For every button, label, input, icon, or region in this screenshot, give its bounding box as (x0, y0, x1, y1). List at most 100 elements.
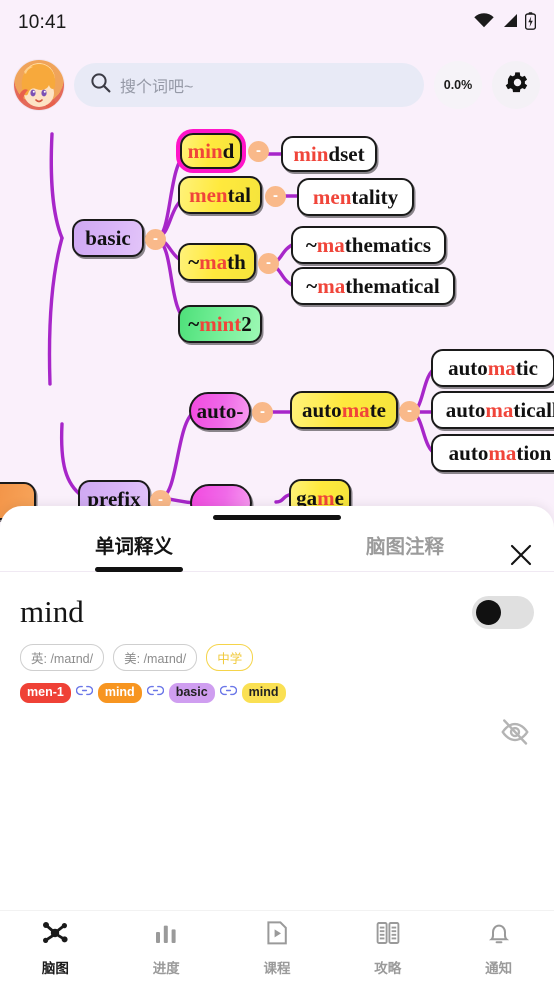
mindmap-node-mentality[interactable]: men tality (297, 178, 414, 216)
word-visibility-toggle[interactable] (472, 595, 534, 629)
node-label-a: auto (445, 397, 486, 422)
node-label-highlight: ma (485, 397, 514, 422)
mindmap-node-mint2[interactable]: ~ mint 2 (178, 305, 262, 343)
node-label: auto- (196, 398, 244, 423)
nav-item-guide[interactable]: 攻略 (332, 919, 443, 977)
close-button[interactable] (506, 542, 536, 572)
wifi-icon (474, 13, 494, 33)
bar-chart-icon (152, 919, 180, 952)
status-time: 10:41 (18, 12, 67, 33)
search-placeholder: 搜个词吧~ (120, 79, 194, 96)
node-label-rest: tion (516, 440, 552, 465)
node-label-rest: thematics (344, 232, 432, 257)
sheet-tabs: 单词释义 脑图注释 (0, 518, 554, 572)
mindmap-node-automation[interactable]: auto ma tion (431, 434, 554, 472)
settings-button[interactable] (492, 61, 540, 109)
mindmap-node-math[interactable]: ~ ma th (178, 243, 256, 281)
collapse-toggle-auto[interactable]: - (252, 402, 273, 423)
breadcrumb-chip-mind-1[interactable]: mind (97, 683, 142, 703)
mindmap-node-mind[interactable]: min d (180, 133, 242, 169)
phonetic-uk-chip[interactable]: 英: /maɪnd/ (20, 644, 105, 671)
word-detail-sheet: 单词释义 脑图注释 mind 英: /maɪnd/ 美: /maɪnd/ 中学 … (0, 506, 554, 910)
play-video-icon (263, 919, 291, 952)
node-label-a: auto (448, 440, 489, 465)
search-input[interactable]: 搜个词吧~ (74, 63, 424, 107)
nav-item-course[interactable]: 课程 (222, 919, 333, 977)
nav-label: 通知 (485, 960, 513, 976)
progress-badge[interactable]: 0.0% (434, 61, 482, 109)
mindmap-node-mental[interactable]: men tal (178, 176, 262, 214)
mindmap-node-mathematical[interactable]: ~ ma thematical (291, 267, 455, 305)
nav-item-progress[interactable]: 进度 (111, 919, 222, 977)
node-label-prefix: ~ (305, 232, 317, 257)
app-root: 10:41 搜个词吧~ 0.0% basic - min d - men tal… (0, 0, 554, 984)
level-chip[interactable]: 中学 (206, 644, 254, 671)
node-label-rest: th (227, 249, 246, 274)
link-icon (146, 684, 164, 702)
mindmap-node-automatically[interactable]: automatically (431, 391, 554, 429)
nav-item-mindmap[interactable]: 脑图 (0, 919, 111, 977)
signal-icon (501, 13, 518, 33)
nav-label: 脑图 (41, 960, 69, 976)
phonetic-chip-row: 英: /maɪnd/ 美: /maɪnd/ 中学 (0, 630, 554, 671)
breadcrumb-chip-men-1[interactable]: men-1 (20, 683, 71, 703)
avatar[interactable] (14, 60, 64, 110)
mindmap-node-basic[interactable]: basic (72, 219, 144, 257)
node-label-highlight: ma (487, 355, 516, 380)
node-label-rest: tically (513, 397, 554, 422)
word-title: mind (20, 594, 84, 629)
battery-icon (524, 11, 537, 35)
mindmap-node-automate[interactable]: auto ma te (290, 391, 398, 429)
collapse-toggle-mental[interactable]: - (265, 186, 286, 207)
status-icons (474, 11, 537, 35)
node-label-prefix: ~ (306, 273, 318, 298)
bell-icon (485, 919, 513, 952)
nav-label: 课程 (263, 960, 291, 976)
mindmap-node-mindset[interactable]: min dset (281, 136, 377, 172)
collapse-toggle-math[interactable]: - (258, 253, 279, 274)
close-icon (508, 542, 534, 573)
tab-mindmap-notes[interactable]: 脑图注释 (366, 530, 444, 559)
mindmap-node-auto[interactable]: auto- (189, 392, 251, 430)
tab-word-definition[interactable]: 单词释义 (95, 530, 173, 559)
progress-value: 0.0% (443, 78, 473, 92)
node-label-highlight: mint (199, 311, 242, 336)
eye-off-icon[interactable] (500, 717, 530, 752)
gear-icon (503, 69, 530, 101)
status-bar: 10:41 (0, 0, 554, 46)
node-label-rest: tic (515, 355, 538, 380)
link-icon (219, 684, 237, 702)
breadcrumb: men-1 mind basic mind (0, 671, 554, 703)
mindmap-node-mathematics[interactable]: ~ ma thematics (291, 226, 446, 264)
collapse-toggle-mind[interactable]: - (248, 141, 269, 162)
nav-label: 进度 (152, 960, 180, 976)
collapse-toggle-basic[interactable]: - (145, 229, 166, 250)
breadcrumb-chip-basic[interactable]: basic (168, 683, 215, 703)
node-label-highlight: min (293, 141, 329, 166)
book-icon (374, 919, 402, 952)
nav-item-notification[interactable]: 通知 (443, 919, 554, 977)
nav-label: 攻略 (374, 960, 402, 976)
phonetic-us-chip[interactable]: 美: /maɪnd/ (113, 644, 198, 671)
bottom-navigation: 脑图 进度 课程 攻略 通知 (0, 910, 554, 984)
node-label-highlight: min (187, 138, 223, 163)
node-label: basic (85, 225, 131, 250)
word-header-row: mind (0, 572, 554, 630)
search-icon (90, 72, 111, 98)
node-label-rest: dset (328, 141, 365, 166)
collapse-toggle-automate[interactable]: - (399, 401, 420, 422)
tab-active-indicator (95, 567, 183, 572)
node-label-highlight: ma (317, 273, 346, 298)
node-label-highlight: ma (199, 249, 228, 274)
node-label-highlight: men (189, 182, 228, 207)
node-label-highlight: ma (316, 232, 345, 257)
node-label-rest: tal (227, 182, 251, 207)
node-label-highlight: men (312, 184, 352, 209)
visibility-row (0, 703, 554, 752)
breadcrumb-chip-mind-2[interactable]: mind (241, 683, 286, 703)
mindmap-node-automatic[interactable]: auto ma tic (431, 349, 554, 387)
toggle-knob (476, 599, 501, 625)
node-label-rest: tality (351, 184, 399, 209)
node-label-a: auto (302, 397, 342, 422)
mindmap-canvas[interactable]: basic - min d - men tal - ~ ma th - ~ mint 2 m… (0, 124, 554, 524)
